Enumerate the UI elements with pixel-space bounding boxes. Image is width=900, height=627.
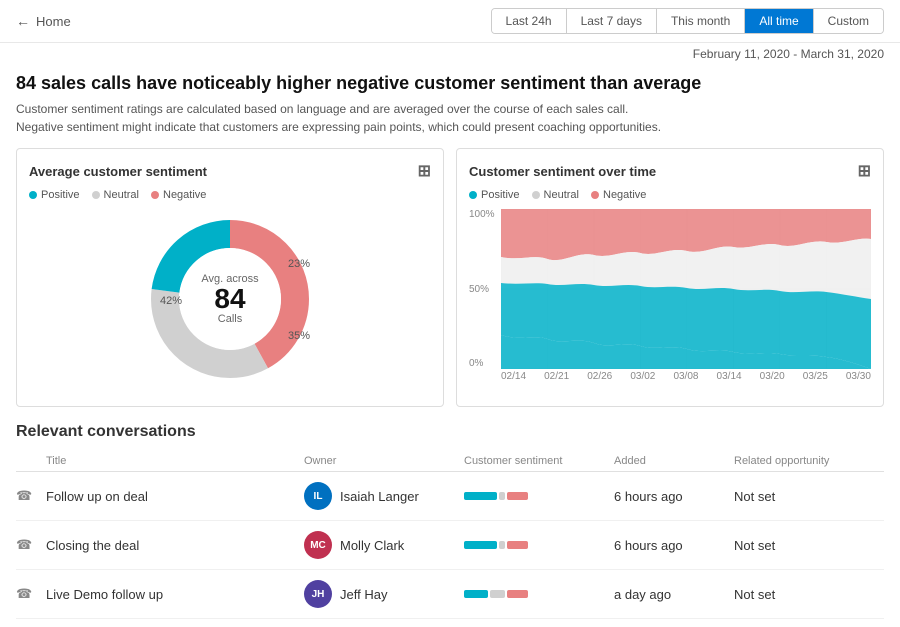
time-filter-last-7-days[interactable]: Last 7 days	[567, 9, 657, 33]
avatar: IL	[304, 482, 332, 510]
page-headline: 84 sales calls have noticeably higher ne…	[16, 73, 884, 94]
avg-sentiment-legend: Positive Neutral Negative	[29, 189, 431, 201]
row-title: Live Demo follow up	[46, 587, 304, 602]
avg-sentiment-title: Average customer sentiment ⊞	[29, 161, 431, 181]
legend-item: Neutral	[532, 189, 579, 201]
phone-icon: ☎	[16, 488, 46, 504]
legend-dot	[151, 191, 159, 199]
sentiment-over-time-title: Customer sentiment over time ⊞	[469, 161, 871, 181]
top-bar: ← Home Last 24hLast 7 daysThis monthAll …	[0, 0, 900, 43]
export-icon-time[interactable]: ⊞	[858, 161, 871, 181]
charts-row: Average customer sentiment ⊞ Positive Neu…	[16, 148, 884, 407]
table-row[interactable]: ☎ Follow up on deal IL Isaiah Langer 6 h…	[16, 472, 884, 521]
sentiment-positive	[464, 590, 488, 598]
owner-cell: JH Jeff Hay	[304, 580, 464, 608]
donut-center-text: Avg. across 84 Calls	[201, 273, 258, 325]
legend-item: Positive	[29, 189, 80, 201]
sentiment-bar	[464, 492, 614, 500]
export-icon-avg[interactable]: ⊞	[418, 161, 431, 181]
conversations-table: ☎ Follow up on deal IL Isaiah Langer 6 h…	[16, 472, 884, 619]
owner-cell: MC Molly Clark	[304, 531, 464, 559]
time-legend: Positive Neutral Negative	[469, 189, 871, 201]
related-opportunity: Not set	[734, 489, 884, 504]
table-row[interactable]: ☎ Closing the deal MC Molly Clark 6 hour…	[16, 521, 884, 570]
legend-item: Positive	[469, 189, 520, 201]
owner-cell: IL Isaiah Langer	[304, 482, 464, 510]
area-chart-wrapper: 100% 50% 0%	[469, 209, 871, 394]
sentiment-neutral	[499, 492, 505, 500]
subtitle: Customer sentiment ratings are calculate…	[16, 100, 884, 136]
time-filter-this-month[interactable]: This month	[657, 9, 745, 33]
added-time: a day ago	[614, 587, 734, 602]
donut-chart: 23% 35% 42% Avg. across 84 Calls	[29, 209, 431, 389]
row-title: Closing the deal	[46, 538, 304, 553]
sentiment-neutral	[490, 590, 505, 598]
legend-dot	[591, 191, 599, 199]
time-filter-group: Last 24hLast 7 daysThis monthAll timeCus…	[491, 8, 884, 34]
related-opportunity: Not set	[734, 587, 884, 602]
back-label: Home	[36, 14, 71, 29]
main-content: 84 sales calls have noticeably higher ne…	[0, 65, 900, 627]
related-opportunity: Not set	[734, 538, 884, 553]
sentiment-positive	[464, 541, 497, 549]
legend-item: Negative	[151, 189, 206, 201]
sentiment-negative	[507, 492, 528, 500]
svg-text:23%: 23%	[288, 258, 310, 270]
table-row[interactable]: ☎ Live Demo follow up JH Jeff Hay a day …	[16, 570, 884, 619]
table-header: Title Owner Customer sentiment Added Rel…	[16, 451, 884, 472]
avatar: MC	[304, 531, 332, 559]
sentiment-positive	[464, 492, 497, 500]
conversations-section: Relevant conversations Title Owner Custo…	[16, 423, 884, 619]
date-range: February 11, 2020 - March 31, 2020	[0, 43, 900, 65]
row-title: Follow up on deal	[46, 489, 304, 504]
avg-sentiment-card: Average customer sentiment ⊞ Positive Neu…	[16, 148, 444, 407]
sentiment-negative	[507, 541, 528, 549]
sentiment-bar	[464, 590, 614, 598]
time-filter-custom[interactable]: Custom	[814, 9, 883, 33]
conversations-title: Relevant conversations	[16, 423, 884, 441]
y-axis: 100% 50% 0%	[469, 209, 495, 369]
sentiment-negative	[507, 590, 528, 598]
legend-dot	[532, 191, 540, 199]
legend-item: Negative	[591, 189, 646, 201]
area-chart-area	[501, 209, 871, 369]
legend-dot	[469, 191, 477, 199]
owner-name: Isaiah Langer	[340, 489, 419, 504]
legend-dot	[92, 191, 100, 199]
legend-item: Neutral	[92, 189, 139, 201]
owner-name: Molly Clark	[340, 538, 404, 553]
phone-icon: ☎	[16, 537, 46, 553]
back-button[interactable]: ← Home	[16, 13, 71, 29]
time-filter-all-time[interactable]: All time	[745, 9, 813, 33]
avatar: JH	[304, 580, 332, 608]
svg-text:42%: 42%	[160, 295, 182, 307]
owner-name: Jeff Hay	[340, 587, 387, 602]
sentiment-over-time-card: Customer sentiment over time ⊞ Positive N…	[456, 148, 884, 407]
sentiment-neutral	[499, 541, 505, 549]
area-chart-svg	[501, 209, 871, 369]
sentiment-bar	[464, 541, 614, 549]
time-filter-last-24h[interactable]: Last 24h	[492, 9, 567, 33]
back-arrow-icon: ←	[16, 13, 30, 29]
added-time: 6 hours ago	[614, 538, 734, 553]
svg-text:35%: 35%	[288, 330, 310, 342]
legend-dot	[29, 191, 37, 199]
added-time: 6 hours ago	[614, 489, 734, 504]
x-axis-labels: 02/1402/2102/2603/0203/0803/1403/2003/25…	[501, 369, 871, 382]
